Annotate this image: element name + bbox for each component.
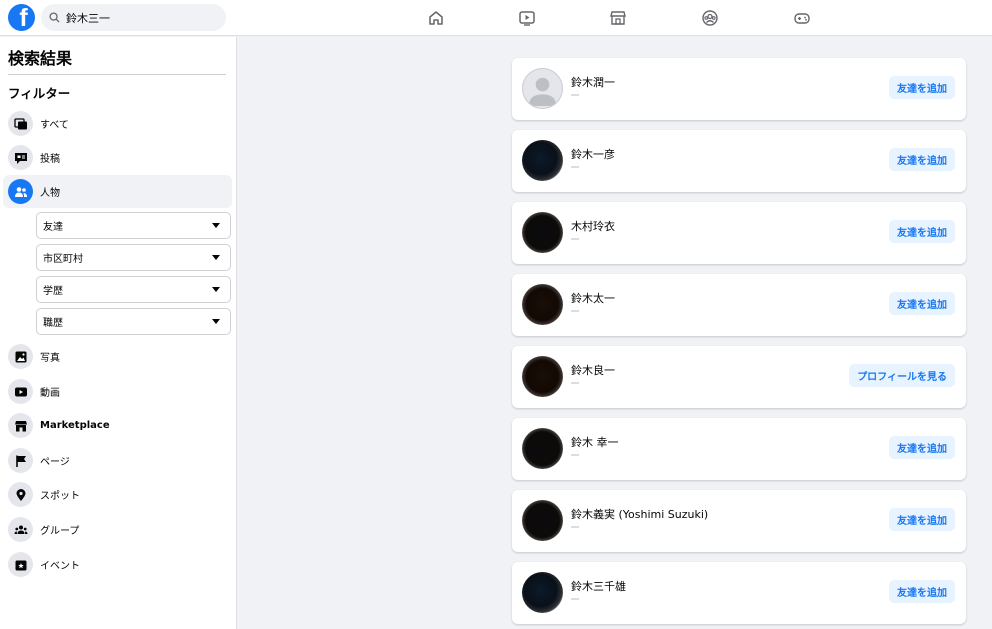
person-name[interactable]: 鈴木潤一	[571, 74, 615, 90]
places-pin-icon	[8, 482, 33, 507]
avatar[interactable]	[522, 212, 563, 253]
marketplace-icon	[8, 413, 33, 438]
home-icon[interactable]	[426, 8, 446, 28]
add-friend-button[interactable]: 友達を追加	[889, 436, 955, 459]
search-input[interactable]: 鈴木三一	[41, 4, 226, 31]
sidebar-item-label: スポット	[40, 491, 80, 502]
subtitle	[571, 166, 579, 168]
page-title: 検索結果	[8, 49, 73, 68]
result-card[interactable]: 鈴木良一 プロフィールを見る	[512, 346, 966, 408]
view-profile-button[interactable]: プロフィールを見る	[849, 364, 955, 387]
sidebar-item-events[interactable]: イベント	[3, 548, 232, 581]
sidebar-item-label: グループ	[40, 526, 80, 537]
sidebar-item-groups[interactable]: グループ	[3, 513, 232, 546]
all-results-icon	[8, 111, 33, 136]
groups-icon	[8, 517, 33, 542]
avatar[interactable]	[522, 356, 563, 397]
gaming-controller-icon[interactable]	[792, 8, 812, 28]
avatar[interactable]	[522, 140, 563, 181]
add-friend-button[interactable]: 友達を追加	[889, 76, 955, 99]
dropdown-label: 職歴	[43, 318, 63, 329]
person-name[interactable]: 鈴木義実 (Yoshimi Suzuki)	[571, 506, 708, 522]
add-friend-button[interactable]: 友達を追加	[889, 148, 955, 171]
events-icon	[8, 552, 33, 577]
add-friend-button[interactable]: 友達を追加	[889, 580, 955, 603]
chevron-down-icon	[212, 223, 220, 228]
subtitle	[571, 454, 579, 456]
sidebar-item-videos[interactable]: 動画	[3, 375, 232, 408]
subtitle	[571, 598, 579, 600]
subtitle	[571, 382, 579, 384]
photos-icon	[8, 344, 33, 369]
sidebar-item-label: すべて	[40, 120, 69, 131]
sidebar-item-label: 写真	[40, 353, 60, 364]
chevron-down-icon	[212, 287, 220, 292]
person-name[interactable]: 鈴木 幸一	[571, 434, 619, 450]
sidebar-item-photos[interactable]: 写真	[3, 340, 232, 373]
sidebar-item-people[interactable]: 人物	[3, 175, 232, 208]
marketplace-store-icon[interactable]	[608, 8, 628, 28]
person-name[interactable]: 鈴木良一	[571, 362, 615, 378]
result-card[interactable]: 鈴木義実 (Yoshimi Suzuki) 友達を追加	[512, 490, 966, 552]
result-card[interactable]: 鈴木三千雄 友達を追加	[512, 562, 966, 624]
chevron-down-icon	[212, 319, 220, 324]
posts-icon	[8, 145, 33, 170]
dropdown-label: 友達	[43, 222, 63, 233]
facebook-logo-icon[interactable]: f	[8, 4, 35, 31]
avatar[interactable]	[522, 572, 563, 613]
result-card[interactable]: 鈴木潤一 友達を追加	[512, 58, 966, 120]
sidebar-item-marketplace[interactable]: Marketplace	[3, 409, 232, 442]
add-friend-button[interactable]: 友達を追加	[889, 292, 955, 315]
result-card[interactable]: 鈴木太一 友達を追加	[512, 274, 966, 336]
sidebar-item-pages[interactable]: ページ	[3, 444, 232, 477]
avatar[interactable]	[522, 284, 563, 325]
groups-nav-icon[interactable]	[700, 8, 720, 28]
avatar[interactable]	[522, 428, 563, 469]
dropdown-label: 学歴	[43, 286, 63, 297]
person-name[interactable]: 鈴木一彦	[571, 146, 615, 162]
videos-icon	[8, 379, 33, 404]
sidebar-item-label: イベント	[40, 561, 80, 572]
default-profile-icon	[528, 77, 557, 107]
sidebar-item-all[interactable]: すべて	[3, 107, 232, 140]
sidebar-item-label: Marketplace	[40, 420, 110, 431]
dropdown-label: 市区町村	[43, 254, 83, 265]
work-filter-dropdown[interactable]: 職歴	[36, 308, 231, 335]
add-friend-button[interactable]: 友達を追加	[889, 508, 955, 531]
person-name[interactable]: 鈴木太一	[571, 290, 615, 306]
sidebar-item-label: 動画	[40, 388, 60, 399]
top-navigation-bar: f 鈴木三一	[0, 0, 992, 36]
friends-filter-dropdown[interactable]: 友達	[36, 212, 231, 239]
search-icon	[49, 12, 60, 23]
divider	[8, 74, 226, 75]
result-card[interactable]: 鈴木一彦 友達を追加	[512, 130, 966, 192]
sidebar-item-places[interactable]: スポット	[3, 478, 232, 511]
education-filter-dropdown[interactable]: 学歴	[36, 276, 231, 303]
subtitle	[571, 94, 579, 96]
chevron-down-icon	[212, 255, 220, 260]
search-query: 鈴木三一	[66, 11, 110, 25]
people-icon	[8, 179, 33, 204]
person-name[interactable]: 木村玲衣	[571, 218, 615, 234]
result-card[interactable]: 木村玲衣 友達を追加	[512, 202, 966, 264]
add-friend-button[interactable]: 友達を追加	[889, 220, 955, 243]
filters-heading: フィルター	[8, 86, 71, 101]
subtitle	[571, 310, 579, 312]
sidebar-item-label: 人物	[40, 188, 60, 199]
result-card[interactable]: 鈴木 幸一 友達を追加	[512, 418, 966, 480]
avatar[interactable]	[522, 68, 563, 109]
sidebar-item-label: 投稿	[40, 154, 60, 165]
subtitle	[571, 526, 579, 528]
watch-video-icon[interactable]	[517, 8, 537, 28]
search-filters-sidebar: 検索結果 フィルター すべて 投稿 人物 友達 市区町村 学歴 職歴 写真 動画…	[0, 37, 237, 629]
subtitle	[571, 238, 579, 240]
city-filter-dropdown[interactable]: 市区町村	[36, 244, 231, 271]
person-name[interactable]: 鈴木三千雄	[571, 578, 626, 594]
sidebar-item-posts[interactable]: 投稿	[3, 141, 232, 174]
pages-flag-icon	[8, 448, 33, 473]
sidebar-item-label: ページ	[40, 457, 70, 468]
avatar[interactable]	[522, 500, 563, 541]
